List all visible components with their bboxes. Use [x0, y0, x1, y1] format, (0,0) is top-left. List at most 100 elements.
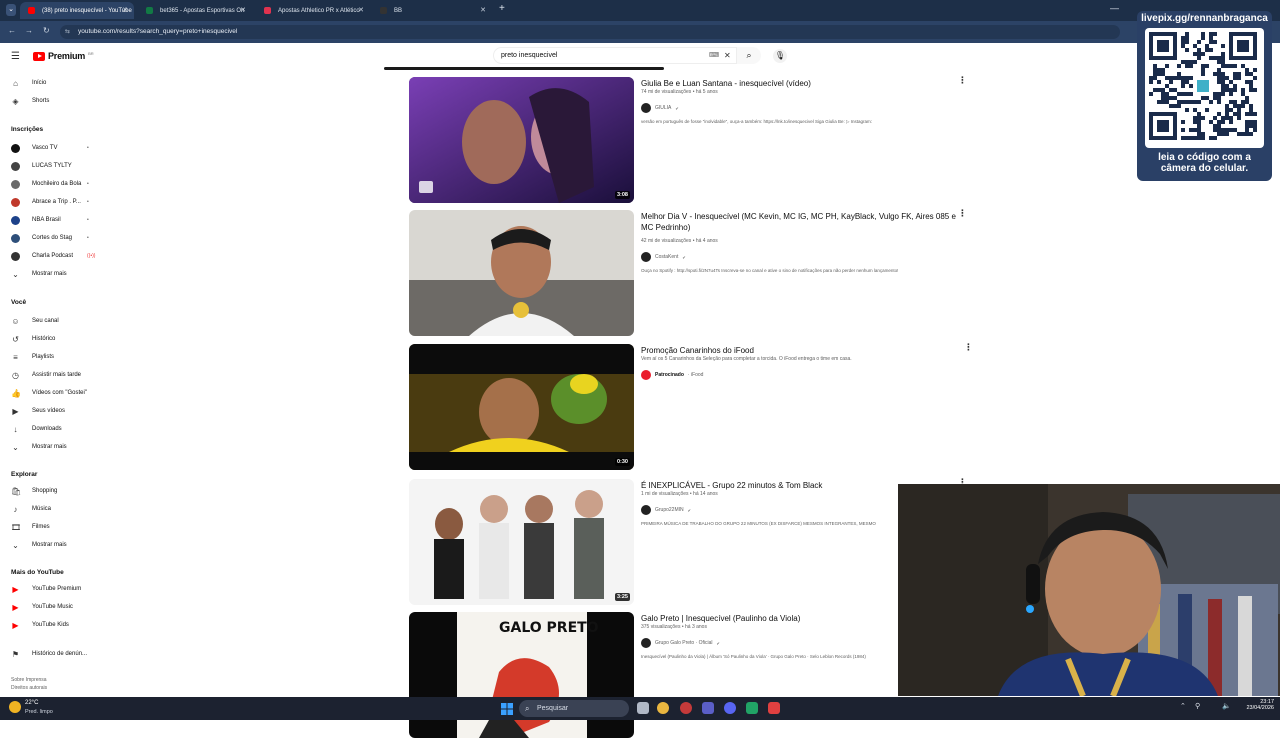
- search-input[interactable]: preto inesquecivel ⌨ ✕: [493, 47, 737, 64]
- chrome-icon[interactable]: [657, 702, 669, 714]
- sidebar-item[interactable]: Cortes do Stag •: [0, 231, 100, 245]
- tray-chevron-icon[interactable]: ⌃: [1180, 702, 1186, 710]
- sidebar-item[interactable]: ↺ Histórico: [0, 332, 100, 346]
- browser-tab[interactable]: BB ✕: [372, 2, 492, 19]
- video-result[interactable]: 3:25 É INEXPLICÁVEL - Grupo 22 minutos & …: [409, 477, 969, 605]
- sidebar-item-label: Playlists: [32, 354, 55, 360]
- sidebar-item-label: Histórico: [32, 336, 56, 342]
- sidebar-item[interactable]: 🛍 Shopping: [0, 484, 100, 498]
- forward-icon[interactable]: →: [25, 26, 33, 35]
- youtube-premium-logo[interactable]: Premium BR: [33, 51, 94, 61]
- back-icon[interactable]: ←: [8, 26, 16, 35]
- video-result[interactable]: 3:08 Giulia Be e Luan Santana - inesquecí…: [409, 75, 969, 203]
- weather-icon[interactable]: [9, 701, 21, 713]
- close-tab-icon[interactable]: ✕: [358, 6, 364, 14]
- sidebar-you-header[interactable]: Você: [11, 299, 26, 306]
- sidebar-item[interactable]: ≡ Playlists: [0, 350, 100, 364]
- sidebar-item[interactable]: ▶ YouTube Kids: [0, 618, 100, 632]
- sidebar-item[interactable]: ⌂ Início: [0, 76, 100, 90]
- sidebar-subscriptions-header[interactable]: Inscrições: [11, 126, 43, 133]
- new-tab-button[interactable]: +: [499, 3, 505, 14]
- sidebar-item[interactable]: ▶ YouTube Music: [0, 600, 100, 614]
- sidebar-item[interactable]: ⚑ Histórico de denún...: [0, 647, 100, 661]
- sidebar-item[interactable]: LUCAS TYLTY: [0, 159, 100, 173]
- footer-links[interactable]: Sobre Imprensa: [11, 677, 47, 683]
- sidebar-item[interactable]: ▶ YouTube Premium: [0, 582, 100, 596]
- site-info-icon[interactable]: ⇆: [65, 25, 70, 39]
- sheets-icon[interactable]: [746, 702, 758, 714]
- task-view-icon[interactable]: [637, 702, 649, 714]
- sidebar-item[interactable]: NBA Brasil •: [0, 213, 100, 227]
- clear-search-icon[interactable]: ✕: [724, 48, 731, 63]
- browser-tab[interactable]: Apostas Athletico PR x Atlético ✕: [256, 2, 370, 19]
- app-icon[interactable]: [768, 702, 780, 714]
- video-thumbnail[interactable]: 3:08: [409, 77, 634, 203]
- channel-name[interactable]: GIULIA: [655, 105, 671, 111]
- sidebar-item[interactable]: ◈ Shorts: [0, 94, 100, 108]
- video-result[interactable]: Melhor Dia V - Inesquecível (MC Kevin, M…: [409, 208, 969, 336]
- channel-name[interactable]: Patrocinado: [655, 372, 684, 378]
- channel-info[interactable]: Patrocinado · iFood: [641, 370, 703, 380]
- video-thumbnail[interactable]: [409, 210, 634, 336]
- windows-start-icon[interactable]: [501, 702, 513, 715]
- sidebar-item[interactable]: Charla Podcast ((•)): [0, 249, 100, 263]
- channel-avatar[interactable]: [641, 505, 651, 515]
- sidebar-item-label: Vasco TV: [32, 145, 58, 151]
- video-title[interactable]: Promoção Canarinhos do iFood: [641, 345, 959, 356]
- reload-icon[interactable]: ↻: [43, 26, 50, 35]
- channel-name[interactable]: CostaKent: [655, 254, 678, 260]
- sidebar-item[interactable]: ▶ Seus vídeos: [0, 404, 100, 418]
- menu-icon[interactable]: ☰: [11, 51, 20, 62]
- minimize-button[interactable]: —: [1110, 3, 1119, 13]
- url-field[interactable]: ⇆ youtube.com/results?search_query=preto…: [60, 25, 1120, 39]
- network-icon[interactable]: ⚲: [1195, 702, 1200, 710]
- sidebar-item[interactable]: Mochileiro da Bola •: [0, 177, 100, 191]
- sidebar-item[interactable]: ♪ Música: [0, 502, 100, 516]
- channel-name[interactable]: Grupo22MIN: [655, 507, 684, 513]
- more-actions-icon[interactable]: ⋮: [958, 208, 967, 219]
- video-thumbnail[interactable]: 3:25: [409, 479, 634, 605]
- close-tab-icon[interactable]: ✕: [122, 6, 128, 14]
- taskbar-search[interactable]: ⌕ Pesquisar: [519, 700, 629, 717]
- discord-icon[interactable]: [724, 702, 736, 714]
- channel-info[interactable]: GIULIA ✔: [641, 103, 679, 113]
- video-title[interactable]: Melhor Dia V - Inesquecível (MC Kevin, M…: [641, 211, 959, 233]
- channel-avatar[interactable]: [641, 370, 651, 380]
- video-thumbnail[interactable]: 0:30: [409, 344, 634, 470]
- tab-list-chevron-icon[interactable]: ⌄: [6, 4, 16, 16]
- sidebar-item[interactable]: Vasco TV •: [0, 141, 100, 155]
- sidebar-item[interactable]: 🎞 Filmes: [0, 520, 100, 534]
- channel-info[interactable]: Grupo22MIN ✔: [641, 505, 691, 515]
- close-tab-icon[interactable]: ✕: [240, 6, 246, 14]
- sidebar-item[interactable]: ⌄ Mostrar mais: [0, 267, 100, 281]
- search-button[interactable]: ⌕: [737, 47, 761, 64]
- close-tab-icon[interactable]: ✕: [480, 6, 486, 14]
- more-actions-icon[interactable]: ⋮: [964, 342, 973, 353]
- browser-tab[interactable]: (38) preto inesquecível - YouTube ✕: [20, 2, 134, 19]
- footer-links-2[interactable]: Direitos autorais: [11, 685, 47, 691]
- sidebar-item[interactable]: ◷ Assistir mais tarde: [0, 368, 100, 382]
- channel-avatar[interactable]: [641, 638, 651, 648]
- volume-icon[interactable]: 🔈: [1222, 702, 1231, 710]
- teams-icon[interactable]: [702, 702, 714, 714]
- sidebar-item[interactable]: ☺ Seu canal: [0, 314, 100, 328]
- more-actions-icon[interactable]: ⋮: [958, 75, 967, 86]
- video-result[interactable]: 0:30 Promoção Canarinhos do iFood Vem aí o…: [409, 342, 973, 470]
- voice-search-icon[interactable]: 🎙: [773, 49, 787, 63]
- clock[interactable]: 23:17 23/04/2026: [1240, 699, 1274, 711]
- opera-icon[interactable]: [680, 702, 692, 714]
- sidebar-item[interactable]: Abrace a Trip . P... •: [0, 195, 100, 209]
- sidebar-item[interactable]: ⌄ Mostrar mais: [0, 440, 100, 454]
- channel-avatar[interactable]: [641, 103, 651, 113]
- channel-avatar[interactable]: [641, 252, 651, 262]
- browser-tab[interactable]: bet365 - Apostas Esportivas On ✕: [138, 2, 252, 19]
- sidebar-item[interactable]: ↓ Downloads: [0, 422, 100, 436]
- channel-info[interactable]: Grupo Galo Preto · Oficial ✔: [641, 638, 720, 648]
- sidebar-item[interactable]: 👍 Vídeos com "Gostei": [0, 386, 100, 400]
- channel-info[interactable]: CostaKent ✔: [641, 252, 686, 262]
- sidebar-item[interactable]: ⌄ Mostrar mais: [0, 538, 100, 552]
- chevron-down-icon: ⌄: [12, 540, 19, 550]
- keyboard-icon[interactable]: ⌨: [709, 48, 719, 63]
- channel-name[interactable]: Grupo Galo Preto · Oficial: [655, 640, 713, 646]
- video-title[interactable]: Giulia Be e Luan Santana - inesquecível …: [641, 78, 959, 89]
